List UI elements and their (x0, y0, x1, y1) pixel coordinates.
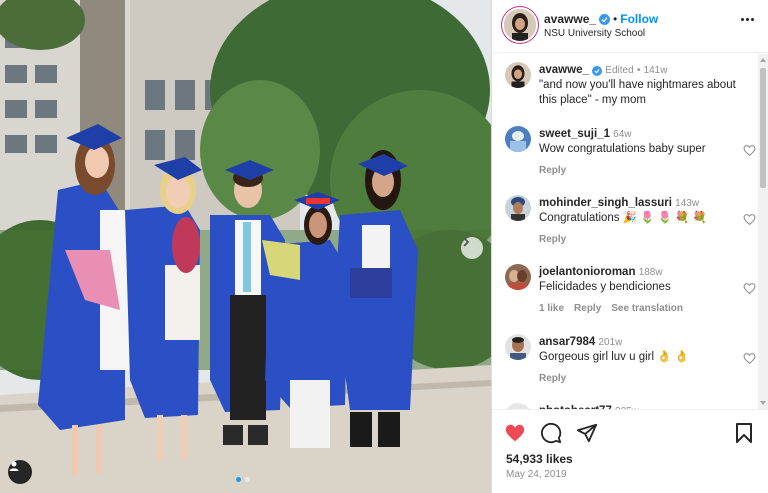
caption-avatar[interactable] (505, 62, 531, 88)
comment-time[interactable]: 143w (675, 198, 699, 209)
edited-label: Edited (605, 65, 634, 76)
avatar-image (505, 62, 531, 88)
like-comment-heart-icon[interactable] (743, 144, 756, 157)
graduation-photo-image (0, 0, 491, 493)
like-comment-heart-icon[interactable] (743, 352, 756, 365)
reply-button[interactable]: Reply (539, 165, 566, 176)
comment-icon[interactable] (540, 422, 562, 444)
comments-list[interactable]: avawwe_ Edited • 141w "and now you'll ha… (492, 54, 758, 409)
comment-avatar[interactable] (505, 334, 531, 360)
caption-username[interactable]: avawwe_ (539, 64, 589, 76)
separator-dot: • (636, 65, 641, 76)
comment-like-count[interactable]: 1 like (539, 301, 564, 316)
comments-scrollbar[interactable] (758, 54, 768, 409)
more-dot-icon (746, 18, 749, 21)
carousel-dot (245, 477, 250, 482)
comment-username[interactable]: sweet_suji_1 (539, 128, 610, 140)
comment-avatar[interactable] (505, 195, 531, 221)
like-comment-heart-icon[interactable] (743, 282, 756, 295)
caption-time[interactable]: 141w (644, 65, 668, 76)
scroll-down-arrow-icon[interactable] (760, 401, 766, 405)
bookmark-icon[interactable] (734, 422, 754, 444)
reply-button[interactable]: Reply (539, 234, 566, 245)
reply-button[interactable]: Reply (574, 301, 601, 316)
location-link[interactable]: NSU University School (544, 28, 645, 39)
see-translation-button[interactable]: See translation (611, 301, 683, 316)
more-dot-icon (741, 18, 744, 21)
comment-text: Congratulations 🎉 🌷 🌷 💐 💐 (539, 212, 708, 224)
verified-badge-icon (592, 66, 603, 76)
comment-username[interactable]: joelantonioroman (539, 266, 635, 278)
follow-button[interactable]: Follow (620, 12, 658, 26)
comment-username[interactable]: ansar7984 (539, 336, 595, 348)
comment-username[interactable]: mohinder_singh_lassuri (539, 197, 672, 209)
scrollbar-thumb[interactable] (760, 68, 766, 188)
avatar-image (504, 9, 536, 41)
comment-text: Gorgeous girl luv u girl 👌 👌 (539, 351, 690, 363)
post-date[interactable]: May 24, 2019 (506, 469, 567, 480)
user-tag-icon (9, 461, 19, 471)
header-user-line: avawwe_ • Follow (544, 12, 658, 26)
separator-dot: • (613, 12, 618, 26)
comment-time[interactable]: 188w (639, 267, 663, 278)
heart-filled-icon[interactable] (504, 422, 526, 444)
verified-badge-icon (599, 13, 611, 25)
avatar-image (505, 264, 531, 290)
comment-avatar[interactable] (505, 126, 531, 152)
comment-text: Felicidades y bendiciones (539, 281, 671, 293)
more-dot-icon (751, 18, 754, 21)
carousel-next-button[interactable] (461, 237, 483, 259)
post-header: avawwe_ • Follow NSU University School (492, 0, 768, 53)
like-comment-heart-icon[interactable] (743, 213, 756, 226)
comment-avatar[interactable] (505, 264, 531, 290)
avatar-image (505, 334, 531, 360)
avatar-image (505, 195, 531, 221)
post-actions-bar: 54,933 likes May 24, 2019 (492, 409, 768, 493)
share-icon[interactable] (576, 422, 598, 444)
more-options-button[interactable] (741, 18, 754, 21)
scroll-up-arrow-icon[interactable] (760, 58, 766, 62)
author-avatar[interactable] (504, 9, 536, 41)
comment-time[interactable]: 64w (613, 129, 631, 140)
chevron-right-icon (463, 237, 470, 247)
carousel-dot-active (236, 477, 241, 482)
like-count[interactable]: 54,933 likes (506, 452, 573, 466)
caption-text: "and now you'll have nightmares about th… (539, 79, 736, 106)
post-photo[interactable] (0, 0, 491, 493)
comment-text: Wow congratulations baby super (539, 143, 706, 155)
reply-button[interactable]: Reply (539, 373, 566, 384)
comment-time[interactable]: 201w (598, 337, 622, 348)
carousel-indicator (236, 477, 250, 482)
author-username[interactable]: avawwe_ (544, 12, 596, 26)
avatar-image (505, 126, 531, 152)
tagged-users-button[interactable] (8, 460, 32, 484)
post-side-panel: avawwe_ • Follow NSU University School a… (491, 0, 768, 493)
